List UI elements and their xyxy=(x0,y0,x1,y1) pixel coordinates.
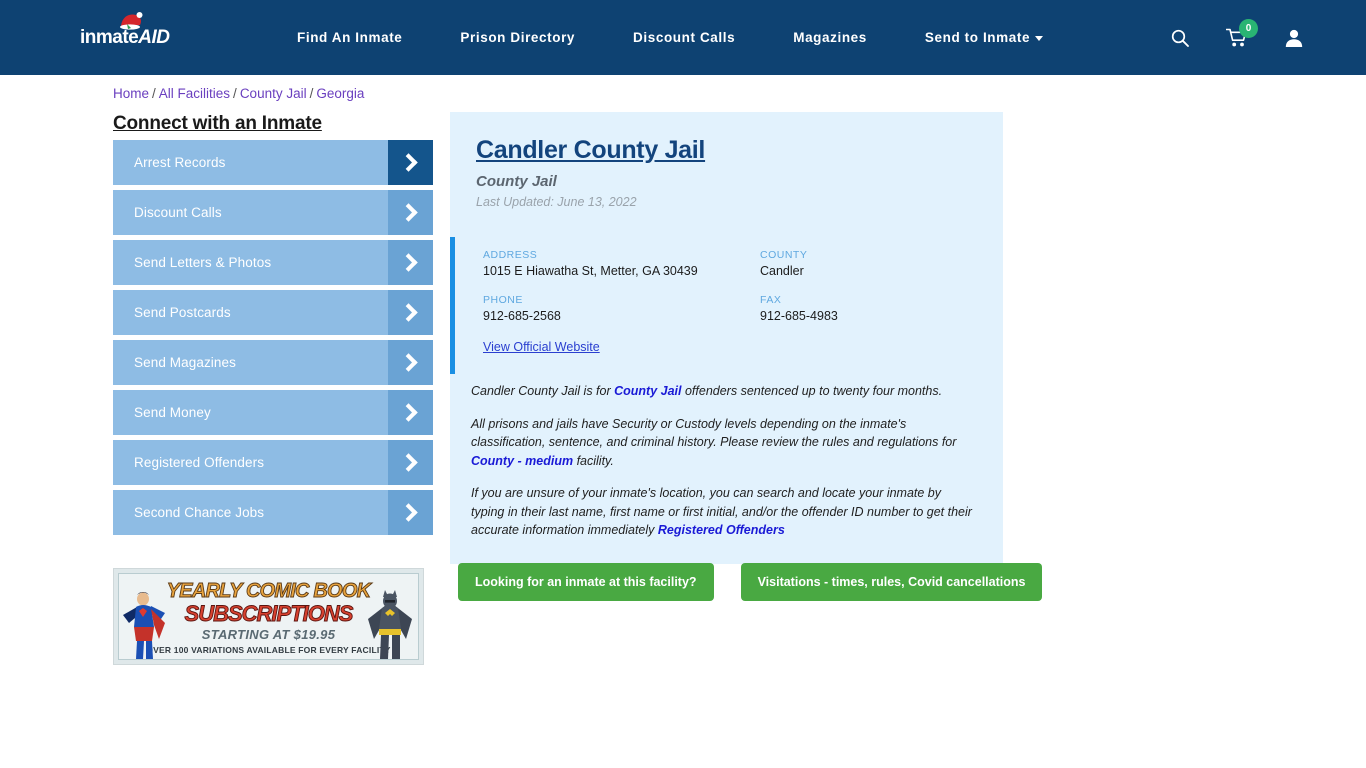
logo-text-aid: AID xyxy=(138,26,170,48)
chevron-right-icon xyxy=(388,440,433,485)
breadcrumb-item-all-facilities[interactable]: All Facilities xyxy=(159,86,230,101)
chevron-right-icon xyxy=(388,190,433,235)
description-paragraph-1: Candler County Jail is for County Jail o… xyxy=(471,382,977,401)
chevron-right-icon xyxy=(388,390,433,435)
sidebar-item-send-magazines[interactable]: Send Magazines xyxy=(113,340,433,385)
sidebar-item-discount-calls[interactable]: Discount Calls xyxy=(113,190,433,235)
search-icon xyxy=(1171,29,1189,47)
nav-item-magazines[interactable]: Magazines xyxy=(764,30,896,45)
sidebar-item-send-letters-photos[interactable]: Send Letters & Photos xyxy=(113,240,433,285)
site-header: inmate AID Find An Inmate Prison Director… xyxy=(0,0,1366,75)
detail-fax: FAX 912-685-4983 xyxy=(760,294,1003,323)
chevron-right-icon xyxy=(388,340,433,385)
detail-value: 912-685-2568 xyxy=(483,309,561,323)
visitations-button[interactable]: Visitations - times, rules, Covid cancel… xyxy=(740,563,1043,601)
desc-text: Candler County Jail is for xyxy=(471,384,615,398)
breadcrumb-item-georgia[interactable]: Georgia xyxy=(316,86,364,101)
looking-for-inmate-button[interactable]: Looking for an inmate at this facility? xyxy=(458,563,714,601)
breadcrumb-item-county-jail[interactable]: County Jail xyxy=(240,86,307,101)
chevron-down-icon xyxy=(1035,35,1044,41)
nav-label: Send to Inmate xyxy=(924,30,1031,45)
sidebar-item-second-chance-jobs[interactable]: Second Chance Jobs xyxy=(113,490,433,535)
link-county-jail[interactable]: County Jail xyxy=(614,384,681,398)
chevron-right-icon xyxy=(388,140,433,185)
link-registered-offenders[interactable]: Registered Offenders xyxy=(658,523,785,537)
detail-label: COUNTY xyxy=(760,249,808,261)
breadcrumb-separator: / xyxy=(309,86,314,101)
site-logo[interactable]: inmate AID xyxy=(80,11,180,55)
page-title[interactable]: Candler County Jail xyxy=(476,136,705,165)
nav-item-find-an-inmate[interactable]: Find An Inmate xyxy=(268,30,431,45)
sidebar-item-label: Discount Calls xyxy=(134,205,222,220)
chevron-right-icon xyxy=(388,490,433,535)
nav-label: Find An Inmate xyxy=(297,30,403,45)
sidebar-item-arrest-records[interactable]: Arrest Records xyxy=(113,140,433,185)
sidebar-item-label: Second Chance Jobs xyxy=(134,505,265,520)
sidebar-item-label: Send Postcards xyxy=(134,305,231,320)
last-updated-text: Last Updated: June 13, 2022 xyxy=(476,195,637,209)
nav-label: Prison Directory xyxy=(460,30,576,45)
breadcrumb-separator: / xyxy=(152,86,156,101)
sidebar-menu: Arrest Records Discount Calls Send Lette… xyxy=(113,140,433,540)
detail-label: ADDRESS xyxy=(483,249,538,261)
cart-button[interactable]: 0 xyxy=(1226,18,1258,48)
santa-hat-icon xyxy=(120,11,143,30)
facility-card: Candler County Jail County Jail Last Upd… xyxy=(450,112,1003,564)
batman-figure-icon xyxy=(368,590,412,659)
ad-inner-frame: YEARLY COMIC BOOK SUBSCRIPTIONS STARTING… xyxy=(118,573,419,660)
sidebar-item-registered-offenders[interactable]: Registered Offenders xyxy=(113,440,433,485)
detail-grid: ADDRESS 1015 E Hiawatha St, Metter, GA 3… xyxy=(483,249,1003,323)
detail-value: Candler xyxy=(760,264,804,278)
detail-county: COUNTY Candler xyxy=(760,249,1003,278)
sidebar-item-label: Send Magazines xyxy=(134,355,236,370)
detail-label: FAX xyxy=(760,294,782,306)
breadcrumb-separator: / xyxy=(233,86,237,101)
nav-label: Magazines xyxy=(793,30,867,45)
detail-label: PHONE xyxy=(483,294,523,306)
sidebar-item-label: Arrest Records xyxy=(134,155,226,170)
description-paragraph-3: If you are unsure of your inmate's locat… xyxy=(471,484,977,540)
main-navigation: Find An Inmate Prison Directory Discount… xyxy=(268,30,1072,45)
breadcrumb-item-home[interactable]: Home xyxy=(113,86,149,101)
nav-item-discount-calls[interactable]: Discount Calls xyxy=(604,30,764,45)
detail-phone: PHONE 912-685-2568 xyxy=(483,294,760,323)
search-button[interactable] xyxy=(1170,28,1190,48)
advertisement-banner[interactable]: YEARLY COMIC BOOK SUBSCRIPTIONS STARTING… xyxy=(113,568,424,665)
official-website-link[interactable]: View Official Website xyxy=(483,340,600,354)
breadcrumb: Home / All Facilities / County Jail / Georgia xyxy=(113,86,364,101)
nav-item-send-to-inmate[interactable]: Send to Inmate xyxy=(896,30,1072,45)
description-paragraph-2: All prisons and jails have Security or C… xyxy=(471,415,977,471)
desc-text: offenders sentenced up to twenty four mo… xyxy=(681,384,943,398)
detail-value: 1015 E Hiawatha St, Metter, GA 30439 xyxy=(483,264,698,278)
sidebar-item-send-postcards[interactable]: Send Postcards xyxy=(113,290,433,335)
detail-address: ADDRESS 1015 E Hiawatha St, Metter, GA 3… xyxy=(483,249,760,278)
sidebar-item-label: Send Money xyxy=(134,405,211,420)
nav-item-prison-directory[interactable]: Prison Directory xyxy=(431,30,604,45)
account-button[interactable] xyxy=(1284,28,1304,48)
chevron-right-icon xyxy=(388,240,433,285)
sidebar-item-label: Send Letters & Photos xyxy=(134,255,272,270)
facility-type: County Jail xyxy=(476,173,557,190)
facility-description: Candler County Jail is for County Jail o… xyxy=(450,374,1003,564)
logo-text-inmate: inmate xyxy=(80,27,139,48)
desc-text: All prisons and jails have Security or C… xyxy=(471,416,957,450)
header-icon-group: 0 xyxy=(1170,18,1304,48)
detail-value: 912-685-4983 xyxy=(760,309,838,323)
sidebar-item-label: Registered Offenders xyxy=(134,455,265,470)
facility-header: Candler County Jail County Jail Last Upd… xyxy=(450,136,1003,209)
desc-text: facility. xyxy=(573,453,614,468)
sidebar-heading: Connect with an Inmate xyxy=(113,113,322,134)
sidebar-item-send-money[interactable]: Send Money xyxy=(113,390,433,435)
cta-button-row: Looking for an inmate at this facility? … xyxy=(458,563,1043,601)
superman-figure-icon xyxy=(123,592,165,659)
cart-count-badge: 0 xyxy=(1239,18,1258,38)
link-county-medium[interactable]: County - medium xyxy=(471,454,573,468)
facility-details: ADDRESS 1015 E Hiawatha St, Metter, GA 3… xyxy=(450,237,1003,374)
user-account-icon xyxy=(1285,29,1303,47)
nav-label: Discount Calls xyxy=(633,30,736,45)
chevron-right-icon xyxy=(388,290,433,335)
